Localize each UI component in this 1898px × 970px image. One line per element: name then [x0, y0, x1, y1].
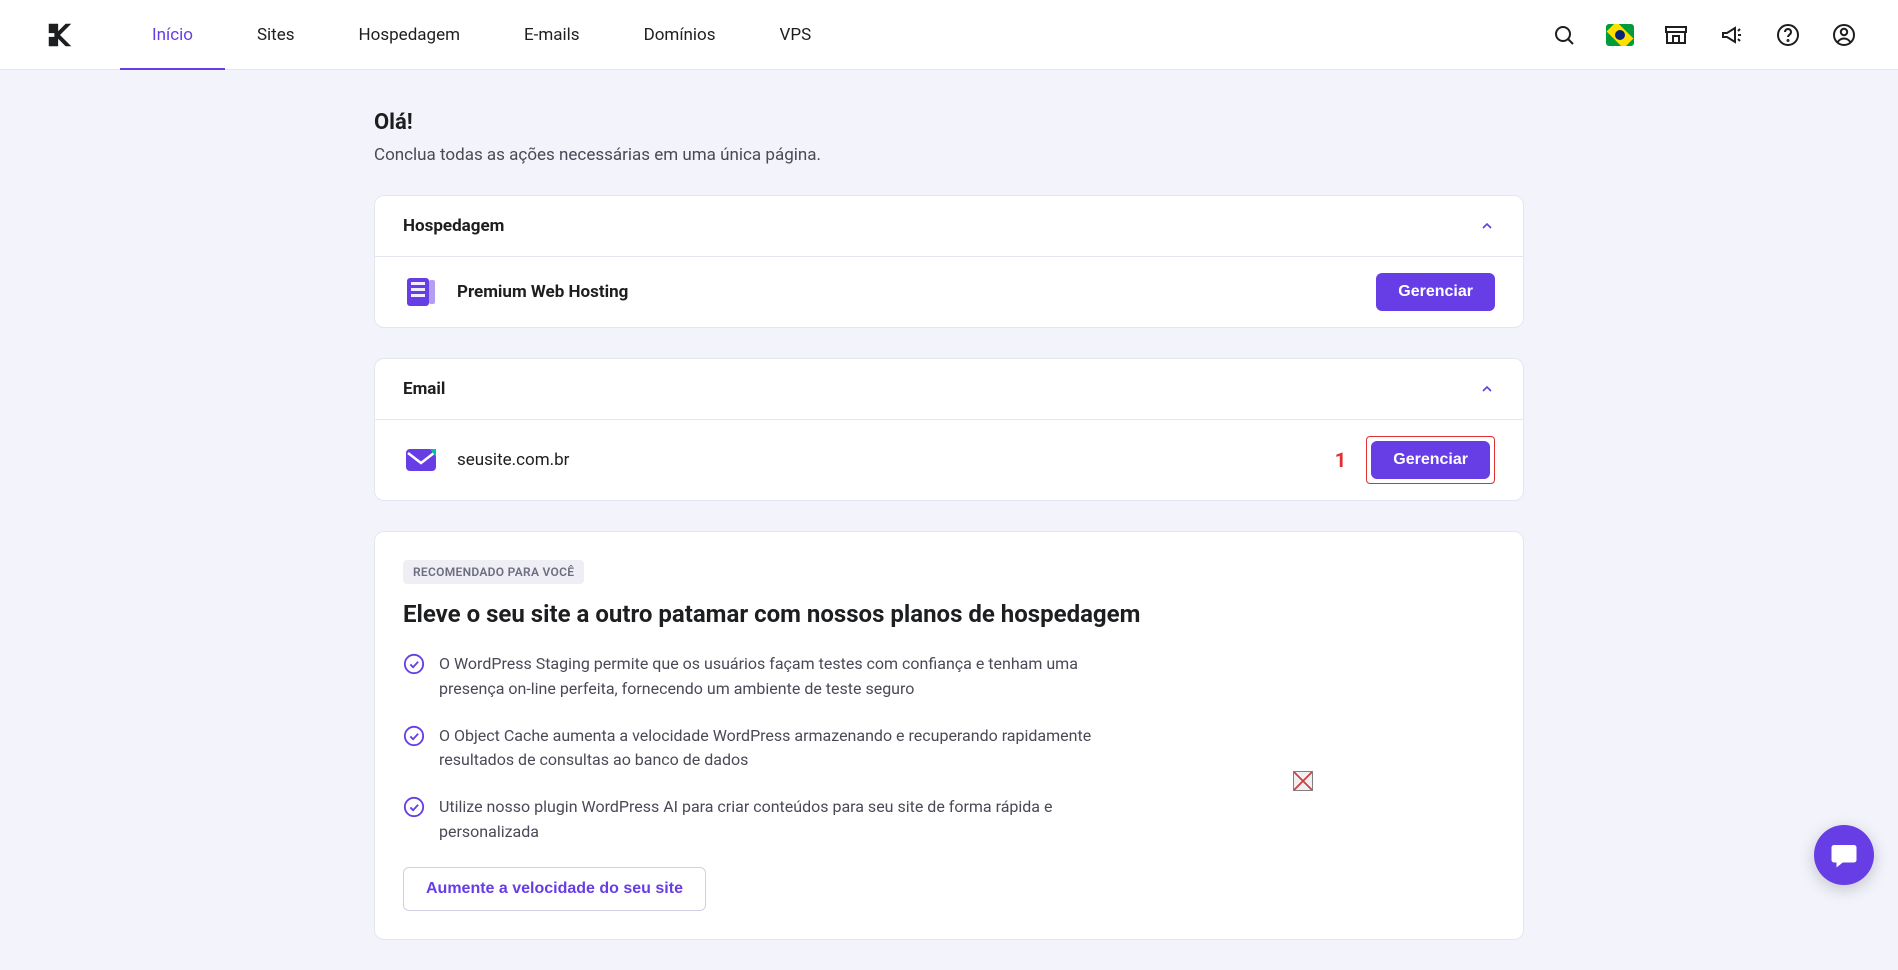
- logo-icon: [45, 20, 75, 50]
- chevron-up-icon: [1479, 218, 1495, 234]
- nav-item-vps[interactable]: VPS: [748, 0, 844, 69]
- check-circle-icon: [403, 653, 425, 675]
- email-item-row: seusite.com.br 1 Gerenciar: [375, 419, 1523, 500]
- nav-item-inicio[interactable]: Início: [120, 0, 225, 69]
- email-icon: [403, 442, 439, 478]
- hosting-card-header[interactable]: Hospedagem: [375, 196, 1523, 256]
- account-icon[interactable]: [1830, 21, 1858, 49]
- recommendation-badge: RECOMENDADO PARA VOCÊ: [403, 560, 584, 584]
- hosting-manage-button[interactable]: Gerenciar: [1376, 273, 1495, 311]
- email-card-header[interactable]: Email: [375, 359, 1523, 419]
- top-header: Início Sites Hospedagem E-mails Domínios…: [0, 0, 1898, 70]
- recommendation-image-area: [1143, 652, 1463, 911]
- recommendation-title: Eleve o seu site a outro patamar com nos…: [403, 600, 1495, 628]
- nav-item-emails[interactable]: E-mails: [492, 0, 612, 69]
- email-card: Email seusite.com.br 1 Gerenciar: [374, 358, 1524, 501]
- announcements-icon[interactable]: [1718, 21, 1746, 49]
- hosting-item-label: Premium Web Hosting: [457, 282, 628, 302]
- email-manage-button[interactable]: Gerenciar: [1371, 441, 1490, 479]
- email-section-title: Email: [403, 379, 445, 399]
- recommendation-card: RECOMENDADO PARA VOCÊ Eleve o seu site a…: [374, 531, 1524, 940]
- main-content: Olá! Conclua todas as ações necessárias …: [374, 70, 1524, 970]
- feature-text: O Object Cache aumenta a velocidade Word…: [439, 724, 1103, 774]
- hosting-card: Hospedagem Premium Web Hosting Ger: [374, 195, 1524, 328]
- chevron-up-icon: [1479, 381, 1495, 397]
- greeting-title: Olá!: [374, 110, 1524, 135]
- language-flag-icon[interactable]: [1606, 21, 1634, 49]
- nav-item-dominios[interactable]: Domínios: [612, 0, 748, 69]
- check-circle-icon: [403, 725, 425, 747]
- chat-icon: [1829, 840, 1859, 870]
- marketplace-icon[interactable]: [1662, 21, 1690, 49]
- feature-text: Utilize nosso plugin WordPress AI para c…: [439, 795, 1103, 845]
- broken-image-icon: [1293, 771, 1313, 791]
- greeting-subtitle: Conclua todas as ações necessárias em um…: [374, 145, 1524, 165]
- check-circle-icon: [403, 796, 425, 818]
- email-item-label: seusite.com.br: [457, 450, 569, 470]
- annotation-highlight: Gerenciar: [1366, 436, 1495, 484]
- nav-item-hospedagem[interactable]: Hospedagem: [327, 0, 492, 69]
- header-right: [1550, 21, 1898, 49]
- feature-item: Utilize nosso plugin WordPress AI para c…: [403, 795, 1103, 845]
- hosting-icon: [403, 274, 439, 310]
- help-icon[interactable]: [1774, 21, 1802, 49]
- nav-item-sites[interactable]: Sites: [225, 0, 327, 69]
- chat-launcher-button[interactable]: [1814, 825, 1874, 885]
- feature-text: O WordPress Staging permite que os usuár…: [439, 652, 1103, 702]
- recommendation-cta-button[interactable]: Aumente a velocidade do seu site: [403, 867, 706, 911]
- feature-item: O Object Cache aumenta a velocidade Word…: [403, 724, 1103, 774]
- hosting-section-title: Hospedagem: [403, 216, 504, 236]
- search-icon[interactable]: [1550, 21, 1578, 49]
- annotation-number: 1: [1335, 448, 1346, 472]
- hosting-item-row: Premium Web Hosting Gerenciar: [375, 256, 1523, 327]
- feature-item: O WordPress Staging permite que os usuár…: [403, 652, 1103, 702]
- main-nav: Início Sites Hospedagem E-mails Domínios…: [120, 0, 843, 69]
- logo[interactable]: [0, 20, 120, 50]
